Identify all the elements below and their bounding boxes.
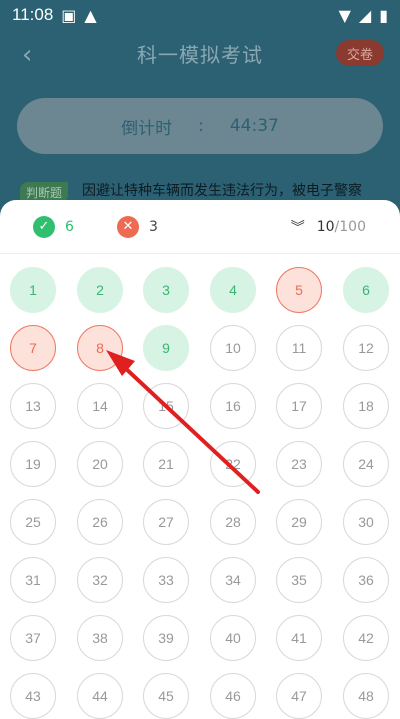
question-number-14[interactable]: 14 xyxy=(77,383,123,429)
question-number-16[interactable]: 16 xyxy=(210,383,256,429)
question-number-24[interactable]: 24 xyxy=(343,441,389,487)
question-number-44[interactable]: 44 xyxy=(77,673,123,719)
question-number-41[interactable]: 41 xyxy=(276,615,322,661)
timer-separator: : xyxy=(198,116,204,136)
question-number-45[interactable]: 45 xyxy=(143,673,189,719)
question-number-46[interactable]: 46 xyxy=(210,673,256,719)
question-number-26[interactable]: 26 xyxy=(77,499,123,545)
answer-sheet-panel: ✓ 6 ✕ 3 ︾ 10 /100 1 2 3 4 5 6 7 8 9 10 11 12 13 14 15 1… xyxy=(0,200,400,719)
current-question-number: 10 xyxy=(316,218,335,235)
question-number-42[interactable]: 42 xyxy=(343,615,389,661)
close-circle-icon: ✕ xyxy=(117,215,139,238)
question-number-5[interactable]: 5 xyxy=(276,267,322,313)
question-number-1[interactable]: 1 xyxy=(10,267,56,313)
question-number-30[interactable]: 30 xyxy=(343,499,389,545)
countdown-timer: 倒计时 : 44:37 xyxy=(17,98,383,154)
timer-label: 倒计时 xyxy=(121,118,173,139)
correct-stat: ✓ 6 xyxy=(33,215,74,238)
page-title: 科一模拟考试 xyxy=(137,42,263,67)
signal-icon: ◢ xyxy=(358,5,372,25)
wrong-stat: ✕ 3 xyxy=(117,215,158,238)
back-icon[interactable]: ‹ xyxy=(22,40,32,70)
answer-summary-bar: ✓ 6 ✕ 3 ︾ 10 /100 xyxy=(0,200,400,254)
question-number-19[interactable]: 19 xyxy=(10,441,56,487)
question-number-22[interactable]: 22 xyxy=(210,441,256,487)
question-number-37[interactable]: 37 xyxy=(10,615,56,661)
question-number-20[interactable]: 20 xyxy=(77,441,123,487)
image-notification-icon: ▣ xyxy=(61,5,77,25)
question-number-25[interactable]: 25 xyxy=(10,499,56,545)
question-number-32[interactable]: 32 xyxy=(77,557,123,603)
question-number-35[interactable]: 35 xyxy=(276,557,322,603)
question-number-18[interactable]: 18 xyxy=(343,383,389,429)
question-number-27[interactable]: 27 xyxy=(143,499,189,545)
question-number-34[interactable]: 34 xyxy=(210,557,256,603)
battery-icon: ▮ xyxy=(379,5,388,25)
question-number-28[interactable]: 28 xyxy=(210,499,256,545)
question-number-36[interactable]: 36 xyxy=(343,557,389,603)
question-number-38[interactable]: 38 xyxy=(77,615,123,661)
question-number-48[interactable]: 48 xyxy=(343,673,389,719)
question-number-7[interactable]: 7 xyxy=(10,325,56,371)
question-number-31[interactable]: 31 xyxy=(10,557,56,603)
status-time: 11:08 xyxy=(12,5,54,24)
question-number-29[interactable]: 29 xyxy=(276,499,322,545)
question-number-4[interactable]: 4 xyxy=(210,267,256,313)
question-number-15[interactable]: 15 xyxy=(143,383,189,429)
question-number-33[interactable]: 33 xyxy=(143,557,189,603)
question-number-2[interactable]: 2 xyxy=(77,267,123,313)
question-number-12[interactable]: 12 xyxy=(343,325,389,371)
question-number-39[interactable]: 39 xyxy=(143,615,189,661)
submit-button[interactable]: 交卷 xyxy=(336,40,384,66)
question-number-43[interactable]: 43 xyxy=(10,673,56,719)
total-questions: /100 xyxy=(334,218,366,235)
question-number-10[interactable]: 10 xyxy=(210,325,256,371)
question-number-9[interactable]: 9 xyxy=(143,325,189,371)
timer-value: 44:37 xyxy=(229,116,279,136)
question-number-21[interactable]: 21 xyxy=(143,441,189,487)
check-circle-icon: ✓ xyxy=(33,215,55,238)
question-number-23[interactable]: 23 xyxy=(276,441,322,487)
question-number-47[interactable]: 47 xyxy=(276,673,322,719)
double-chevron-down-icon[interactable]: ︾ xyxy=(291,217,305,237)
question-number-11[interactable]: 11 xyxy=(276,325,322,371)
title-bar: ‹ 科一模拟考试 交卷 xyxy=(0,30,400,76)
question-number-40[interactable]: 40 xyxy=(210,615,256,661)
question-number-3[interactable]: 3 xyxy=(143,267,189,313)
correct-count: 6 xyxy=(65,218,74,235)
question-number-17[interactable]: 17 xyxy=(276,383,322,429)
wifi-icon: ▼ xyxy=(338,5,351,25)
question-number-6[interactable]: 6 xyxy=(343,267,389,313)
status-bar: 11:08 ▣ ▲ ▼ ◢ ▮ xyxy=(0,0,400,30)
progress-indicator[interactable]: ︾ 10 /100 xyxy=(291,217,366,237)
question-number-8[interactable]: 8 xyxy=(77,325,123,371)
question-number-13[interactable]: 13 xyxy=(10,383,56,429)
wrong-count: 3 xyxy=(149,218,158,235)
app-notification-icon: ▲ xyxy=(84,5,97,25)
question-text: 因避让特种车辆而发生违法行为，被电子警察 xyxy=(82,183,362,199)
